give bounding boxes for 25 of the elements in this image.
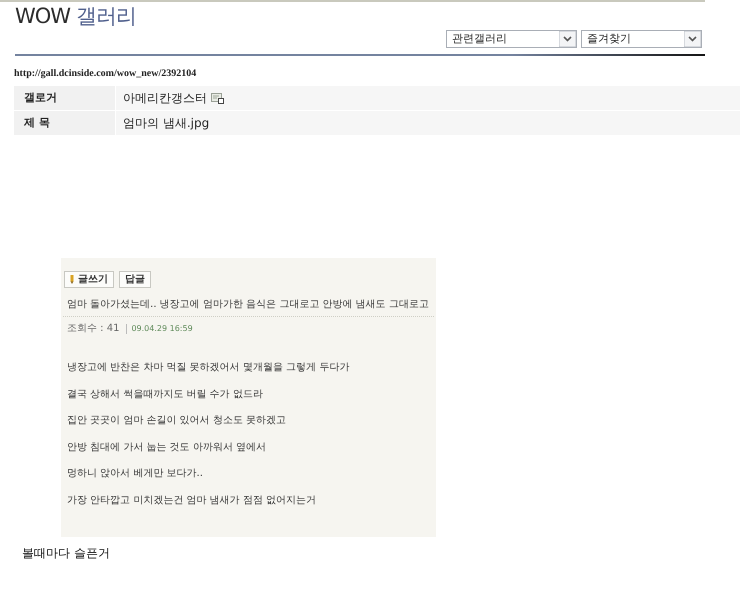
site-name: WOW (15, 2, 70, 28)
post-text-line: 집안 곳곳이 엄마 손길이 있어서 청소도 못하겠고 (67, 414, 286, 428)
post-text-line: 냉장고에 반찬은 차마 먹질 못하겠어서 몇개월을 그렇게 두다가 (67, 361, 350, 376)
caption-text: 볼때마다 슬픈거 (22, 545, 110, 561)
gallery-name: 갤러리 (76, 2, 136, 28)
row-label: 제 목 (14, 111, 115, 135)
post-title: 엄마 돌아가셨는데.. 냉장고에 엄마가한 음식은 그대로고 안방에 냄새도 그대로고 (66, 298, 430, 312)
post-date: 09.04.29 16:59 (126, 324, 193, 334)
write-button[interactable]: 글쓰기 (64, 271, 114, 288)
card-icon[interactable] (211, 92, 224, 104)
pencil-icon (70, 275, 74, 284)
post-text-line: 안방 침대에 가서 눕는 것도 아까워서 옆에서 (67, 440, 266, 455)
post-text-line: 멍하니 앉아서 베게만 보다가.. (67, 467, 203, 482)
dropdown[interactable]: 즐겨찾기 (581, 30, 702, 48)
cell-text: 엄마의 냄새.jpg (123, 115, 210, 131)
view-count: 조회수 : 41 (67, 323, 120, 335)
post-text-line: 결국 상해서 썩을때까지도 버릴 수가 없드라 (67, 388, 263, 402)
chevron-down-icon (684, 31, 701, 47)
post-text-line: 가장 안타깝고 미치겠는건 엄마 냄새가 점점 없어지는거 (67, 494, 316, 508)
chevron-down-icon (559, 31, 576, 47)
row-label: 갤로거 (14, 86, 115, 110)
url-text: http://gall.dcinside.com/wow_new/2392104 (14, 68, 196, 80)
dropdown[interactable]: 관련갤러리 (446, 30, 577, 48)
reply-button[interactable]: 답글 (119, 271, 151, 288)
author-name[interactable]: 아메리칸갱스터 (123, 90, 207, 106)
